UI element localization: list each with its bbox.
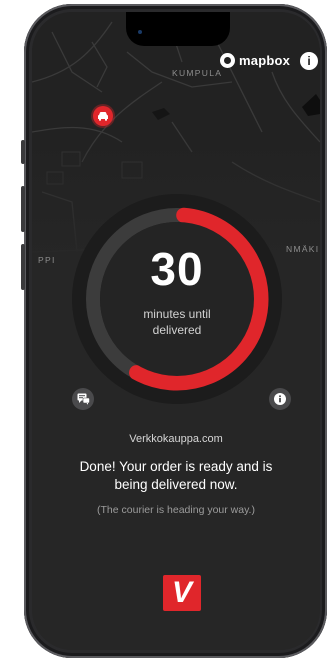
app-screen: KUMPULA PPI NMÄKI mapbox i 30 minutes un…: [32, 12, 320, 650]
map-label-east: NMÄKI: [286, 244, 320, 254]
brand-logo-letter: V: [171, 576, 192, 609]
order-status: Done! Your order is ready and is being d…: [79, 459, 273, 492]
side-button: [21, 244, 25, 290]
timer-value: 30: [150, 243, 204, 295]
info-icon: [274, 393, 286, 405]
side-button: [21, 140, 25, 164]
camera-dot: [138, 30, 142, 34]
courier-location-pin[interactable]: [93, 106, 113, 126]
map-label-kumpula: KUMPULA: [172, 68, 223, 78]
courier-note: (The courier is heading your way.): [97, 504, 255, 516]
mapbox-logo-icon: [220, 53, 235, 68]
timer-ring: [72, 194, 282, 404]
mapbox-attribution[interactable]: mapbox: [220, 53, 290, 68]
phone-notch: [126, 12, 230, 46]
mapbox-label: mapbox: [239, 53, 291, 68]
delivery-timer: 30 minutes until delivered: [72, 194, 282, 404]
map-info-button[interactable]: i: [300, 52, 318, 70]
chat-icon: [77, 393, 90, 405]
side-button: [21, 186, 25, 232]
timer-caption: minutes until delivered: [143, 307, 211, 337]
info-icon: i: [307, 54, 311, 68]
map-label-west: PPI: [38, 255, 56, 265]
brand-logo: V: [163, 575, 201, 611]
chat-button[interactable]: [72, 388, 94, 410]
store-name: Verkkokauppa.com: [129, 433, 223, 445]
order-info-button[interactable]: [269, 388, 291, 410]
car-icon: [98, 112, 108, 121]
